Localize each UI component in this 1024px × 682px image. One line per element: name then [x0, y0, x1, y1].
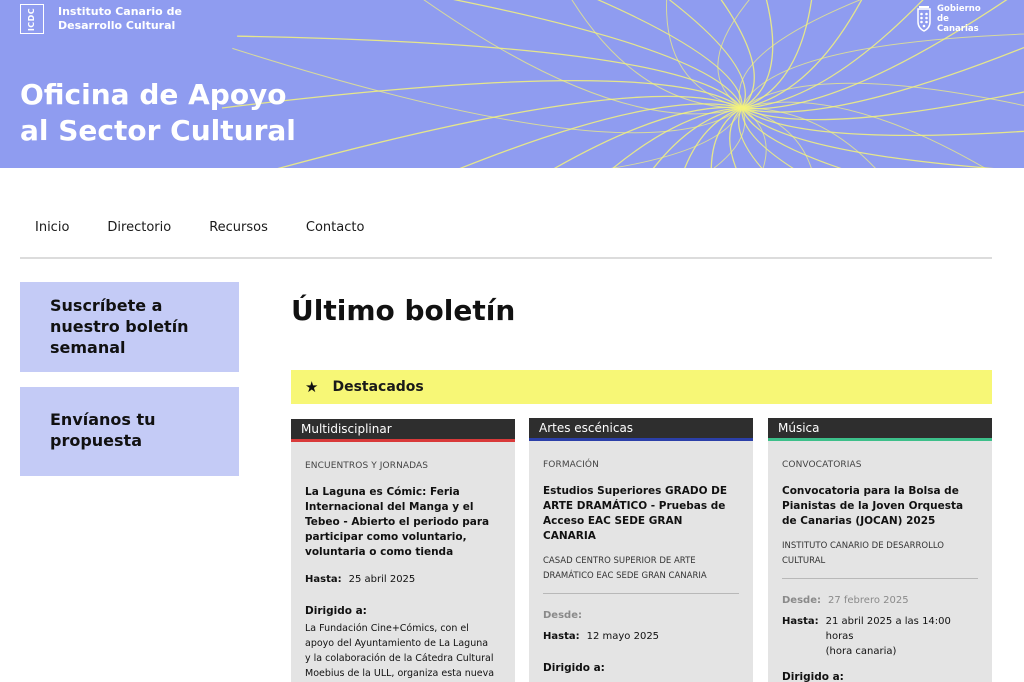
hasta-value: 12 mayo 2025: [586, 631, 660, 642]
card-description-line: La Fundación Cine+Cómics, con el: [305, 623, 469, 634]
gobierno-line2: de Canarias: [937, 14, 979, 34]
main-nav: Inicio Directorio Recursos Contacto: [20, 214, 992, 259]
nav-item-inicio[interactable]: Inicio: [20, 214, 84, 242]
card-title-line: CANARIA: [543, 530, 596, 542]
propose-line1: Envíanos tu: [50, 410, 156, 429]
card-start-date: Desde: 27 febrero 2025: [782, 593, 978, 608]
decorative-line: [452, 0, 743, 109]
decorative-line: [741, 107, 995, 168]
card-type: CONVOCATORIAS: [782, 460, 862, 470]
card-deadline: Hasta: 21 abril 2025 a las 14:00 horas (…: [782, 614, 978, 659]
site-title[interactable]: Oficina de Apoyo al Sector Cultural: [20, 77, 340, 149]
hasta-value: 25 abril 2025: [348, 574, 416, 585]
hasta-value: 21 abril 2025 a las 14:00 horas (hora ca…: [826, 614, 978, 659]
card-description-line: Moebius de la ULL, organiza esta nueva: [305, 668, 495, 679]
hasta-label: Hasta:: [782, 616, 819, 627]
icdc-name-line2: Desarrollo Cultural: [58, 19, 176, 32]
subscribe-line2: nuestro boletín: [50, 317, 189, 336]
page-title: Último boletín: [291, 294, 516, 327]
desde-label: Desde:: [782, 595, 821, 606]
decorative-line: [741, 107, 842, 168]
subscribe-line3: semanal: [50, 338, 126, 357]
gobierno-canarias-logo[interactable]: Gobierno de Canarias: [915, 4, 992, 34]
dirigido-label: Dirigido a:: [543, 662, 605, 674]
nav-item-directorio[interactable]: Directorio: [92, 214, 186, 242]
card-title-line: Acceso EAC SEDE GRAN: [543, 515, 683, 527]
bulletin-card[interactable]: Multidisciplinar ENCUENTROS Y JORNADAS L…: [291, 419, 515, 682]
card-start-date: Desde:: [543, 608, 739, 623]
subscribe-newsletter-button[interactable]: Suscríbete a nuestro boletín semanal: [20, 282, 239, 372]
card-divider: [782, 578, 978, 579]
hasta-label: Hasta:: [305, 574, 342, 585]
site-header: ICDC Instituto Canario de Desarrollo Cul…: [0, 0, 1024, 168]
bulletin-card[interactable]: Música CONVOCATORIAS Convocatoria para l…: [768, 418, 992, 682]
card-description-line: y la colaboración de la Cátedra Cultural: [305, 653, 494, 664]
hasta-label: Hasta:: [543, 631, 580, 642]
card-type: FORMACIÓN: [543, 460, 599, 470]
card-divider: [543, 593, 739, 594]
card-category-tab: Artes escénicas: [529, 418, 753, 441]
card-title-line: ARTE DRAMÁTICO - Pruebas de: [543, 500, 726, 512]
card-title-line: participar como voluntario,: [305, 531, 467, 543]
card-title[interactable]: La Laguna es Cómic: Feria Internacional …: [305, 485, 501, 560]
decorative-line: [741, 107, 794, 168]
decorative-line: [596, 0, 743, 109]
card-type: ENCUENTROS Y JORNADAS: [305, 461, 429, 471]
decorative-line: [652, 107, 743, 168]
subscribe-line1: Suscríbete a: [50, 296, 163, 315]
decorative-line: [720, 0, 755, 109]
card-organizer-line: INSTITUTO CANARIO DE DESARROLLO: [782, 541, 944, 551]
decorative-line: [554, 106, 743, 168]
icdc-mark-icon: ICDC: [20, 4, 44, 34]
card-organizer: CASAD CENTRO SUPERIOR DE ARTE DRAMÁTICO …: [543, 554, 739, 584]
card-description: La Fundación Cine+Cómics, con el apoyo d…: [305, 621, 501, 681]
card-title-line: voluntaria o como tienda: [305, 546, 454, 558]
send-proposal-button[interactable]: Envíanos tu propuesta: [20, 387, 239, 476]
hasta-value-line: 21 abril 2025 a las 14:00 horas: [825, 616, 951, 642]
decorative-line: [738, 107, 763, 168]
card-title-line: Pianistas de la Joven Orquesta: [782, 500, 964, 512]
card-organizer-line: CULTURAL: [782, 556, 826, 566]
card-organizer-line: DRAMÁTICO EAC SEDE GRAN CANARIA: [543, 571, 707, 581]
dirigido-label: Dirigido a:: [782, 671, 844, 682]
card-category-tab: Música: [768, 418, 992, 441]
icdc-logo[interactable]: ICDC Instituto Canario de Desarrollo Cul…: [20, 4, 188, 34]
gobierno-line1: Gobierno: [937, 4, 981, 14]
card-description-line: apoyo del Ayuntamiento de La Laguna: [305, 638, 489, 649]
card-organizer-line: CASAD CENTRO SUPERIOR DE ARTE: [543, 556, 696, 566]
card-title-line: La Laguna es Cómic: Feria: [305, 486, 460, 498]
site-title-line2: al Sector Cultural: [20, 114, 296, 147]
desde-label: Desde:: [543, 610, 582, 621]
site-title-line1: Oficina de Apoyo: [20, 78, 287, 111]
propose-line2: propuesta: [50, 431, 142, 450]
hasta-value-line: (hora canaria): [825, 646, 897, 657]
dirigido-label: Dirigido a:: [305, 605, 367, 617]
nav-item-contacto[interactable]: Contacto: [291, 214, 380, 242]
card-title-line: Estudios Superiores GRADO DE: [543, 485, 728, 497]
card-title-line: Tebeo - Abierto el periodo para: [305, 516, 490, 528]
decorative-line: [741, 91, 1024, 121]
card-organizer: INSTITUTO CANARIO DE DESARROLLO CULTURAL: [782, 539, 978, 569]
card-title-line: Internacional del Manga y el: [305, 501, 474, 513]
card-deadline: Hasta: 12 mayo 2025: [543, 629, 739, 644]
featured-section-header: ★ Destacados: [291, 370, 992, 404]
bulletin-card[interactable]: Artes escénicas FORMACIÓN Estudios Super…: [529, 418, 753, 682]
coat-of-arms-icon: [917, 6, 931, 32]
desde-value: 27 febrero 2025: [827, 595, 909, 606]
star-icon: ★: [305, 378, 319, 396]
card-deadline: Hasta: 25 abril 2025: [305, 572, 501, 587]
card-title-line: de Canarias (JOCAN) 2025: [782, 515, 936, 527]
card-title-line: Convocatoria para la Bolsa de: [782, 485, 959, 497]
nav-item-recursos[interactable]: Recursos: [194, 214, 283, 242]
featured-label: Destacados: [332, 379, 424, 395]
icdc-name-line1: Instituto Canario de: [58, 5, 182, 18]
card-title[interactable]: Estudios Superiores GRADO DE ARTE DRAMÁT…: [543, 484, 739, 544]
card-category-tab: Multidisciplinar: [291, 419, 515, 442]
card-title[interactable]: Convocatoria para la Bolsa de Pianistas …: [782, 484, 978, 529]
